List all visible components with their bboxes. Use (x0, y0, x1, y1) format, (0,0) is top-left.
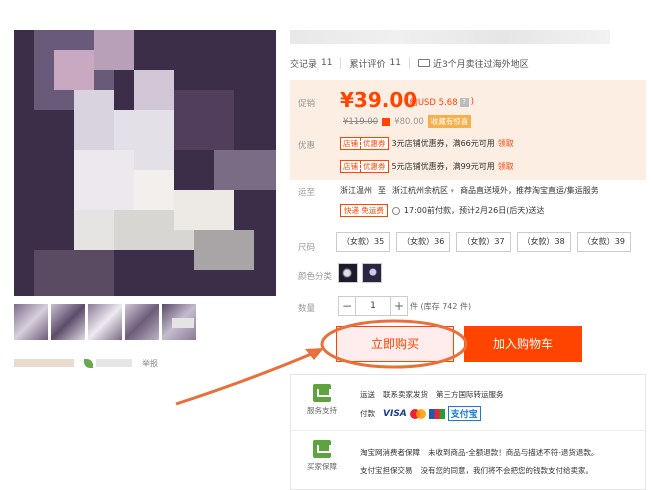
thumbnail[interactable] (51, 304, 85, 340)
clock-icon (391, 206, 400, 215)
coupon-row: 店铺 优惠券 3元店铺优惠券，满66元可用 领取 (340, 137, 514, 150)
visa-icon: VISA (383, 408, 407, 419)
thumbnail[interactable] (125, 304, 159, 340)
share-blurred-text (14, 359, 74, 367)
size-option[interactable]: （女款）38 (516, 232, 571, 252)
service-line: 支付宝担保交易 没有您的同意，我们将不会把您的钱款支付给卖家。 (360, 466, 593, 475)
ship-to-select[interactable]: 浙江杭州余杭区 ▾ (392, 185, 454, 196)
size-option[interactable]: （女款）39 (576, 232, 631, 252)
leaf-icon (84, 358, 93, 368)
shield-icon (313, 440, 331, 458)
favorite-surprise-tag[interactable]: 收藏有惊喜 (427, 115, 472, 128)
size-options: （女款）35 （女款）36 （女款）37 （女款）38 （女款）39 (336, 232, 631, 252)
color-options (338, 263, 382, 283)
quantity-decrease-button[interactable]: − (338, 296, 356, 316)
thumbnail[interactable] (88, 304, 122, 340)
coupon-label: 优惠 (298, 141, 316, 151)
product-main-image[interactable] (14, 30, 276, 296)
review-label[interactable]: 累计评价 (349, 57, 385, 70)
ship-from: 浙江温州 (340, 186, 372, 195)
service-line: 淘宝网消费者保障 未收到商品-全额退款！商品与描述不符-退货退款。 (360, 448, 599, 457)
service-divider (291, 430, 645, 431)
quantity-input[interactable]: 1 (356, 296, 390, 316)
ship-note: 商品直送境外，推荐淘宝直运/集运服务 (460, 186, 599, 195)
trade-count: 11 (321, 58, 333, 68)
service-line: 运送 联系卖家发货 第三方国际转运服务 (360, 390, 504, 399)
thumbnail[interactable] (14, 304, 48, 340)
original-price: ¥119.00 (343, 116, 379, 127)
buy-now-button[interactable]: 立即购买 (336, 326, 454, 362)
quantity-increase-button[interactable]: + (390, 296, 408, 316)
trade-label: 交记录 (290, 59, 318, 70)
meta-row: 交记录 11 累计评价 11 近3个月卖往过海外地区 (290, 56, 529, 70)
service-support: 服务支持 (304, 384, 340, 416)
usd-price: (约USD 5.68 ? ) (406, 97, 474, 108)
size-option[interactable]: （女款）35 (336, 232, 391, 252)
stock-text: 件 (库存 742 件) (410, 302, 472, 311)
price-label: 促销 (298, 99, 316, 109)
color-label: 颜色分类 (298, 272, 333, 282)
shipping-eta: 17:00前付款，预计2月26日(后天)送达 (403, 206, 545, 215)
gift-icon (382, 117, 391, 126)
alipay-icon: 支付宝 (447, 406, 481, 421)
coupon-text: 5元店铺优惠券，满99元可用 (391, 162, 495, 171)
question-icon[interactable]: ? (459, 97, 469, 107)
coupon-tag: 店铺 优惠券 (340, 137, 389, 150)
truck-icon (417, 59, 430, 67)
product-title (290, 30, 610, 44)
chevron-down-icon: ▾ (450, 187, 455, 195)
color-swatch[interactable] (338, 263, 358, 283)
shipping-row: 浙江温州 至 浙江杭州余杭区 ▾ 商品直送境外，推荐淘宝直运/集运服务 (340, 185, 599, 196)
buyer-protection: 买家保障 (304, 440, 340, 472)
favorite-link[interactable] (84, 358, 132, 368)
coupon-tag: 店铺 优惠券 (340, 160, 389, 173)
shipping-label: 运至 (298, 188, 316, 198)
original-price-row: ¥119.00 ¥80.00 收藏有惊喜 (343, 115, 472, 128)
color-swatch[interactable] (362, 263, 382, 283)
quantity-label: 数量 (298, 304, 316, 314)
size-label: 尺码 (298, 243, 316, 253)
shipping-row-2: 快递 免运费 17:00前付款，预计2月26日(后天)送达 (340, 204, 544, 217)
arrow-head-icon (305, 348, 324, 360)
add-to-cart-button[interactable]: 加入购物车 (464, 326, 582, 362)
monitor-icon (313, 384, 331, 402)
bonus-price: ¥80.00 (394, 116, 424, 127)
coupon-row: 店铺 优惠券 5元店铺优惠券，满99元可用 领取 (340, 160, 514, 173)
share-row: 举报 (14, 356, 158, 370)
sold-abroad-text: 近3个月卖往过海外地区 (432, 59, 529, 70)
size-option[interactable]: （女款）37 (456, 232, 511, 252)
coupon-get-link[interactable]: 领取 (498, 138, 514, 149)
size-option[interactable]: （女款）36 (396, 232, 451, 252)
thumbnail-next[interactable] (172, 318, 194, 328)
report-link[interactable]: 举报 (142, 358, 158, 369)
payment-line: 付款 VISA 支付宝 (360, 406, 481, 421)
coupon-get-link[interactable]: 领取 (498, 161, 514, 172)
mastercard-icon (409, 408, 426, 419)
coupon-text: 3元店铺优惠券，满66元可用 (391, 139, 495, 148)
review-count[interactable]: 11 (389, 58, 400, 68)
jcb-icon (428, 408, 445, 419)
quantity-stepper: − 1 + (338, 296, 408, 316)
shipping-tag[interactable]: 快递 免运费 (340, 204, 388, 217)
